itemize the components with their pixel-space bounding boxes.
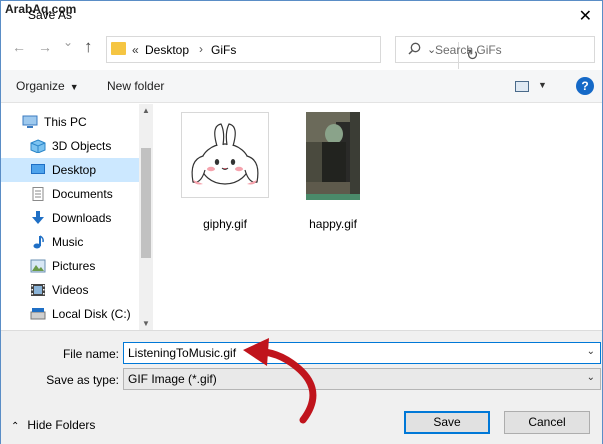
sidebar-item-label: Music [52, 235, 84, 249]
save-as-type-select[interactable]: GIF Image (*.gif) ⌄ [123, 368, 601, 390]
file-item-happy[interactable]: happy.gif [283, 112, 383, 237]
download-icon [32, 211, 44, 224]
navigation-row: ← → ⌄ ↑ « Desktop › GiFs ⌄ ↻ Search GiFs [1, 31, 602, 69]
back-button[interactable]: ← [12, 39, 26, 55]
annotation-arrow [243, 338, 317, 424]
view-caret-icon[interactable]: ▼ [538, 80, 547, 90]
sidebar-item-videos[interactable]: Videos [1, 278, 139, 302]
file-name: giphy.gif [203, 217, 247, 231]
hide-folders-label: Hide Folders [27, 418, 96, 432]
breadcrumb-desktop[interactable]: Desktop [145, 43, 189, 57]
view-options-icon[interactable] [515, 81, 529, 92]
drive-icon [30, 308, 46, 320]
file-name-input-value[interactable]: ListeningToMusic.gif [128, 346, 236, 360]
sidebar-item-label: 3D Objects [52, 139, 112, 153]
sidebar-item-local-disk[interactable]: Local Disk (C:) [1, 302, 139, 326]
breadcrumb-separator[interactable]: › [199, 42, 203, 56]
save-as-type-label: Save as type: [46, 373, 119, 387]
sidebar-item-label: Local Disk (C:) [52, 307, 131, 321]
scroll-up-icon[interactable]: ▲ [142, 106, 150, 115]
organize-label: Organize [16, 79, 65, 93]
search-placeholder: Search GiFs [435, 43, 502, 57]
save-as-type-value: GIF Image (*.gif) [128, 372, 217, 386]
file-name: happy.gif [309, 217, 357, 231]
sidebar-item-this-pc[interactable]: ⌄ This PC [1, 110, 139, 134]
scroll-thumb[interactable] [141, 148, 151, 258]
forward-button[interactable]: → [38, 39, 52, 55]
title-bar: ArabAq.com Save As ✕ [1, 1, 602, 31]
help-icon[interactable]: ? [576, 77, 594, 95]
chevron-up-icon: ⌃ [11, 421, 20, 432]
document-icon [32, 187, 44, 201]
new-folder-button[interactable]: New folder [107, 79, 164, 93]
sidebar-item-pictures[interactable]: Pictures [1, 254, 139, 278]
sidebar-item-label: Downloads [52, 211, 112, 225]
sidebar-item-documents[interactable]: Documents [1, 182, 139, 206]
picture-icon [30, 259, 46, 273]
search-box[interactable]: Search GiFs [395, 36, 595, 63]
save-as-dialog: ArabAq.com Save As ✕ ← → ⌄ ↑ « Desktop ›… [0, 0, 603, 444]
save-button[interactable]: Save [404, 411, 490, 434]
address-bar[interactable]: « Desktop › GiFs ⌄ ↻ [106, 36, 479, 69]
file-name-field[interactable]: ListeningToMusic.gif ⌄ [123, 342, 601, 364]
sidebar-item-label: This PC [44, 115, 87, 129]
chevron-down-icon[interactable]: ⌄ [587, 346, 595, 357]
up-folder-button[interactable]: ↑ [84, 37, 93, 57]
folder-icon [111, 42, 126, 55]
sidebar-item-downloads[interactable]: Downloads [1, 206, 139, 230]
sidebar-item-desktop[interactable]: Desktop [1, 158, 139, 182]
caret-down-icon: ▼ [69, 82, 79, 92]
close-button[interactable]: ✕ [579, 6, 592, 26]
breadcrumb-gifs[interactable]: GiFs [211, 43, 236, 57]
cube-icon [30, 139, 46, 153]
toolbar: Organize ▼ New folder ▼ ? [1, 70, 602, 103]
search-icon [408, 42, 421, 55]
sidebar-item-label: Documents [52, 187, 113, 201]
video-icon [31, 284, 45, 296]
sidebar-item-3d-objects[interactable]: 3D Objects [1, 134, 139, 158]
scroll-down-icon[interactable]: ▼ [142, 319, 150, 328]
file-name-label: File name: [62, 347, 119, 361]
hide-folders-button[interactable]: ⌃ Hide Folders [11, 418, 95, 432]
chevron-down-icon[interactable]: ⌄ [587, 372, 595, 383]
sidebar-item-music[interactable]: Music [1, 230, 139, 254]
navigation-pane-scrollbar[interactable]: ▲ ▼ [139, 104, 153, 330]
bunny-thumbnail-icon [181, 112, 269, 198]
sidebar-item-label: Videos [52, 283, 89, 297]
navigation-pane: ⌄ This PC 3D Objects Desktop Documents [1, 104, 153, 330]
sidebar-item-label: Desktop [52, 163, 97, 177]
cancel-button[interactable]: Cancel [504, 411, 590, 434]
organize-button[interactable]: Organize ▼ [16, 79, 79, 93]
window-title: Save As [28, 8, 73, 22]
recent-locations-button[interactable]: ⌄ [63, 35, 73, 49]
file-item-giphy[interactable]: giphy.gif [175, 112, 275, 237]
address-overflow-chevron[interactable]: « [132, 43, 139, 57]
photo-thumbnail-icon [306, 112, 360, 200]
computer-icon [22, 115, 38, 128]
file-list: giphy.gif happy.gif [153, 104, 602, 330]
sidebar-item-label: Pictures [52, 259, 96, 273]
music-icon [33, 235, 44, 249]
desktop-icon [31, 164, 45, 174]
